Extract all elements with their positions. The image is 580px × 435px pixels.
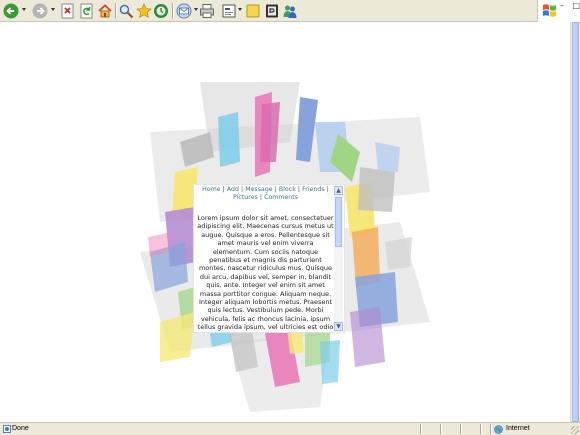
research-button[interactable] bbox=[264, 2, 280, 20]
history-icon bbox=[154, 4, 168, 18]
back-button[interactable] bbox=[3, 2, 19, 20]
nav-separator: | bbox=[326, 186, 329, 193]
favorites-star-icon bbox=[136, 3, 152, 18]
nav-link-add[interactable]: Add bbox=[227, 186, 239, 193]
forward-dropdown-arrow[interactable] bbox=[51, 8, 55, 11]
toolbar-separator bbox=[172, 3, 174, 19]
nav-link-comments[interactable]: Comments bbox=[264, 194, 298, 201]
nav-link-block[interactable]: Block bbox=[279, 186, 296, 193]
edit-dropdown-arrow[interactable] bbox=[238, 8, 242, 11]
status-divider bbox=[480, 424, 482, 434]
search-icon bbox=[119, 4, 134, 19]
forward-button[interactable] bbox=[32, 2, 48, 20]
search-button[interactable] bbox=[118, 2, 134, 20]
mail-button[interactable] bbox=[176, 2, 192, 20]
profile-body-text: Lorem ipsum dolor sit amet, consectetuer… bbox=[197, 214, 334, 332]
page-scroll-thumb[interactable] bbox=[572, 22, 579, 422]
page-viewport: Home | Add | Message | Block | Friends |… bbox=[0, 22, 570, 422]
print-button[interactable] bbox=[199, 2, 215, 20]
favorites-button[interactable] bbox=[136, 2, 152, 20]
discuss-button[interactable] bbox=[245, 2, 261, 20]
status-divider bbox=[440, 424, 442, 434]
stop-button[interactable] bbox=[60, 2, 75, 20]
scroll-up-button[interactable]: ▲ bbox=[334, 186, 343, 195]
research-icon bbox=[266, 4, 278, 18]
status-divider bbox=[490, 424, 492, 434]
toolbar-separator bbox=[115, 3, 117, 19]
windows-logo-throbber: – □ × bbox=[537, 0, 580, 22]
status-divider bbox=[420, 424, 422, 434]
profile-content-box: Home | Add | Message | Block | Friends |… bbox=[193, 184, 345, 333]
security-zone-label: Internet bbox=[506, 425, 530, 432]
browser-toolbar: – □ × bbox=[0, 0, 580, 22]
printer-icon bbox=[200, 4, 214, 18]
refresh-button[interactable] bbox=[79, 2, 94, 20]
status-divider bbox=[460, 424, 462, 434]
nav-separator: | bbox=[241, 186, 244, 193]
window-controls[interactable]: – □ × bbox=[560, 1, 580, 11]
page-scrollbar[interactable] bbox=[570, 22, 580, 422]
stop-icon bbox=[61, 3, 73, 19]
refresh-icon bbox=[80, 3, 92, 19]
nav-link-home[interactable]: Home bbox=[202, 186, 220, 193]
nav-separator: | bbox=[222, 186, 225, 193]
content-scrollbar[interactable]: ▲ ▼ bbox=[334, 186, 343, 331]
nav-link-pictures[interactable]: Pictures bbox=[233, 194, 258, 201]
history-button[interactable] bbox=[153, 2, 169, 20]
nav-separator: | bbox=[297, 186, 301, 193]
home-icon bbox=[98, 4, 112, 18]
edit-button[interactable] bbox=[221, 2, 237, 20]
scroll-thumb[interactable] bbox=[335, 197, 342, 247]
back-dropdown-arrow[interactable] bbox=[22, 8, 26, 11]
edit-document-icon bbox=[222, 4, 236, 18]
status-text: Done bbox=[12, 425, 29, 432]
messenger-button[interactable] bbox=[282, 2, 298, 20]
windows-logo-icon bbox=[543, 4, 556, 17]
home-button[interactable] bbox=[97, 2, 113, 20]
nav-link-friends[interactable]: Friends bbox=[302, 186, 325, 193]
resize-grip[interactable] bbox=[571, 426, 579, 434]
internet-globe-icon bbox=[494, 425, 503, 434]
status-bar: Done Internet bbox=[0, 422, 580, 435]
scroll-down-button[interactable]: ▼ bbox=[334, 322, 343, 331]
notes-icon bbox=[246, 4, 260, 18]
nav-separator: | bbox=[259, 194, 263, 201]
nav-separator: | bbox=[274, 186, 277, 193]
back-arrow-icon bbox=[3, 3, 19, 19]
forward-arrow-icon bbox=[32, 3, 48, 19]
page-done-icon bbox=[3, 425, 11, 433]
mail-dropdown-arrow[interactable] bbox=[194, 8, 198, 11]
nav-link-message[interactable]: Message bbox=[245, 186, 272, 193]
mail-icon bbox=[176, 3, 192, 19]
messenger-icon bbox=[283, 5, 297, 18]
profile-nav: Home | Add | Message | Block | Friends |… bbox=[197, 186, 334, 202]
scrollable-content[interactable]: Home | Add | Message | Block | Friends |… bbox=[197, 186, 334, 332]
